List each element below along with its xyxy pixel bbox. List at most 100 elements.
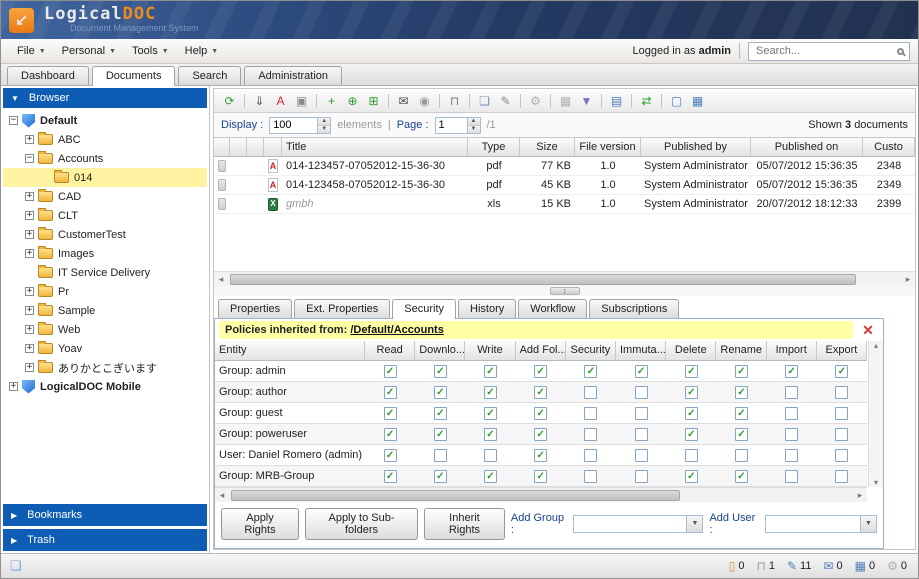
display-count-input[interactable] — [270, 118, 317, 133]
menu-personal[interactable]: Personal▼ — [54, 42, 124, 60]
permission-checkbox-security[interactable] — [584, 428, 597, 441]
detail-tab-history[interactable]: History — [458, 299, 516, 318]
status-checked-out-documents[interactable]: ✎11 — [787, 559, 811, 573]
search-icon[interactable] — [897, 48, 904, 55]
tree-expander-icon[interactable]: + — [25, 211, 34, 220]
tree-expander-icon[interactable]: + — [25, 230, 34, 239]
security-grid-vscrollbar[interactable]: ▴ ▾ — [868, 341, 883, 487]
add-document-icon[interactable]: + — [322, 91, 341, 110]
permission-checkbox-security[interactable]: ✓ — [584, 365, 597, 378]
tree-expander-icon[interactable]: + — [9, 382, 18, 391]
permission-checkbox-add-fol[interactable]: ✓ — [534, 449, 547, 462]
permission-checkbox-export[interactable] — [835, 386, 848, 399]
permission-checkbox-write[interactable]: ✓ — [484, 407, 497, 420]
print-icon[interactable]: ▤ — [607, 91, 626, 110]
document-row[interactable]: A014-123457-07052012-15-36-30pdf77 KB1.0… — [214, 157, 915, 176]
permission-checkbox-export[interactable] — [835, 449, 848, 462]
detail-tab-workflow[interactable]: Workflow — [518, 299, 587, 318]
column-header-title[interactable]: Title — [282, 138, 468, 157]
tree-expander-icon[interactable]: + — [25, 325, 34, 334]
pdf-export-icon[interactable]: A — [271, 91, 290, 110]
apply-rights-button[interactable]: Apply Rights — [221, 508, 299, 540]
office-convert-icon[interactable]: ▣ — [292, 91, 311, 110]
permission-checkbox-downlo[interactable]: ✓ — [434, 407, 447, 420]
tree-item-014[interactable]: 014 — [3, 168, 207, 187]
permission-checkbox-rename[interactable]: ✓ — [735, 470, 748, 483]
tree-item-abc[interactable]: +ABC — [3, 130, 207, 149]
detail-tab-properties[interactable]: Properties — [218, 299, 292, 318]
toggle-preview-icon[interactable]: ▢ — [667, 91, 686, 110]
scroll-down-icon[interactable]: ▾ — [874, 478, 878, 487]
tree-expander-icon[interactable]: + — [25, 192, 34, 201]
security-column-rename[interactable]: Rename — [716, 341, 766, 361]
tree-expander-icon[interactable]: + — [25, 249, 34, 258]
detail-tab-subscriptions[interactable]: Subscriptions — [589, 299, 679, 318]
permission-checkbox-add-fol[interactable]: ✓ — [534, 386, 547, 399]
export-archive-icon[interactable]: ⇄ — [637, 91, 656, 110]
tab-documents[interactable]: Documents — [92, 66, 176, 86]
permission-checkbox-delete[interactable]: ✓ — [685, 407, 698, 420]
permission-checkbox-import[interactable] — [785, 449, 798, 462]
security-row[interactable]: Group: poweruser✓✓✓✓✓✓ — [215, 424, 867, 445]
import-documents-icon[interactable]: ⊞ — [364, 91, 383, 110]
permission-checkbox-security[interactable] — [584, 407, 597, 420]
security-column-write[interactable]: Write — [465, 341, 515, 361]
hscroll-track[interactable] — [229, 489, 853, 502]
permission-checkbox-immuta[interactable] — [635, 407, 648, 420]
tree-item-pr[interactable]: +Pr — [3, 282, 207, 301]
tree-item-item[interactable]: +ありかとこぎいます — [3, 358, 207, 377]
column-header-type[interactable]: Type — [468, 138, 520, 157]
permission-checkbox-write[interactable] — [484, 449, 497, 462]
tree-item-customertest[interactable]: +CustomerTest — [3, 225, 207, 244]
combo-dropdown-icon[interactable]: ▼ — [860, 516, 876, 532]
column-header-published-by[interactable]: Published by — [641, 138, 751, 157]
permission-checkbox-add-fol[interactable]: ✓ — [534, 470, 547, 483]
sidebar-section-browser[interactable]: ▼ Browser — [3, 88, 207, 108]
download-icon[interactable]: ⇓ — [250, 91, 269, 110]
permission-checkbox-import[interactable] — [785, 386, 798, 399]
permission-checkbox-rename[interactable]: ✓ — [735, 386, 748, 399]
permission-checkbox-rename[interactable]: ✓ — [735, 428, 748, 441]
tree-expander-icon[interactable]: + — [25, 135, 34, 144]
permission-checkbox-rename[interactable] — [735, 449, 748, 462]
tree-item-default[interactable]: −Default — [3, 111, 207, 130]
permission-checkbox-import[interactable] — [785, 407, 798, 420]
permission-checkbox-read[interactable]: ✓ — [384, 365, 397, 378]
scan-document-icon[interactable]: ⊕ — [343, 91, 362, 110]
tree-expander-icon[interactable]: + — [25, 363, 34, 372]
settings-icon[interactable]: ⚙ — [526, 91, 545, 110]
menu-help[interactable]: Help▼ — [177, 42, 227, 60]
tree-expander-icon[interactable]: + — [25, 287, 34, 296]
status-tasks[interactable]: ⚙0 — [887, 559, 907, 573]
permission-checkbox-import[interactable] — [785, 428, 798, 441]
hscroll-thumb[interactable] — [231, 490, 680, 501]
add-user-input[interactable] — [766, 516, 860, 532]
permission-checkbox-security[interactable] — [584, 470, 597, 483]
permission-checkbox-security[interactable] — [584, 449, 597, 462]
permission-checkbox-read[interactable]: ✓ — [384, 428, 397, 441]
close-icon[interactable]: ✕ — [857, 321, 879, 339]
detail-tab-security[interactable]: Security — [392, 299, 456, 319]
stepper-down-icon[interactable]: ▼ — [318, 125, 330, 133]
permission-checkbox-add-fol[interactable]: ✓ — [534, 365, 547, 378]
tree-item-web[interactable]: +Web — [3, 320, 207, 339]
security-column-entity[interactable]: Entity — [215, 341, 365, 361]
permission-checkbox-downlo[interactable]: ✓ — [434, 386, 447, 399]
tree-item-cad[interactable]: +CAD — [3, 187, 207, 206]
inherit-rights-button[interactable]: Inherit Rights — [424, 508, 505, 540]
security-column-add-fol[interactable]: Add Fol... — [516, 341, 566, 361]
permission-checkbox-add-fol[interactable]: ✓ — [534, 407, 547, 420]
scroll-up-icon[interactable]: ▴ — [874, 341, 878, 350]
status-messages[interactable]: ✉0 — [823, 559, 842, 573]
hscroll-thumb[interactable] — [230, 274, 856, 285]
permission-checkbox-write[interactable]: ✓ — [484, 386, 497, 399]
tab-administration[interactable]: Administration — [244, 66, 342, 85]
scroll-right-icon[interactable]: ▸ — [853, 490, 867, 501]
security-column-downlo[interactable]: Downlo... — [415, 341, 465, 361]
tree-item-clt[interactable]: +CLT — [3, 206, 207, 225]
column-header-published-on[interactable]: Published on — [751, 138, 863, 157]
permission-checkbox-write[interactable]: ✓ — [484, 365, 497, 378]
permission-checkbox-import[interactable]: ✓ — [785, 365, 798, 378]
security-column-export[interactable]: Export — [817, 341, 867, 361]
stepper-up-icon[interactable]: ▲ — [318, 118, 330, 125]
